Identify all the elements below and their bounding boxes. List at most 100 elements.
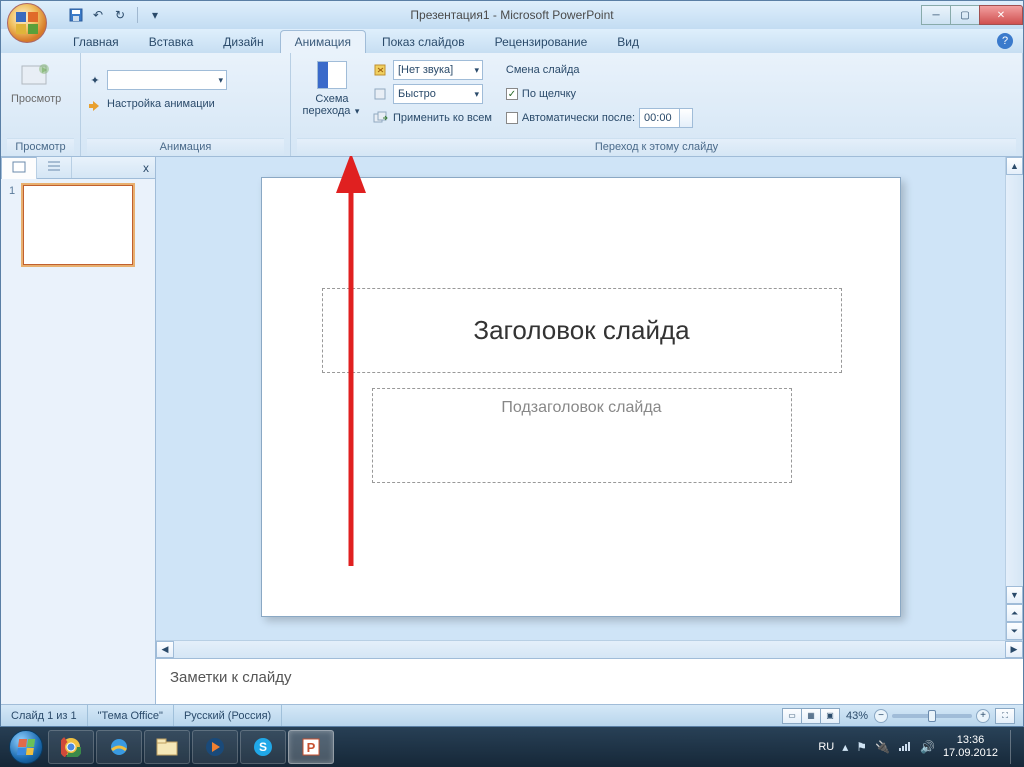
tray-network-icon[interactable] [898, 740, 912, 755]
show-desktop-button[interactable] [1010, 730, 1018, 764]
taskbar-mediaplayer[interactable] [192, 730, 238, 764]
preview-label: Просмотр [11, 93, 61, 105]
outline-tab[interactable] [37, 157, 72, 178]
tab-home[interactable]: Главная [59, 31, 133, 53]
tray-language[interactable]: RU [818, 741, 834, 753]
taskbar-explorer[interactable] [144, 730, 190, 764]
slide[interactable]: Заголовок слайда Подзаголовок слайда [261, 177, 901, 617]
tray-clock[interactable]: 13:36 17.09.2012 [943, 734, 1002, 760]
scroll-down-icon[interactable]: ▼ [1006, 586, 1023, 604]
next-slide-icon[interactable]: ⏷ [1006, 622, 1023, 640]
start-button[interactable] [6, 727, 46, 767]
tab-view[interactable]: Вид [603, 31, 653, 53]
taskbar-skype[interactable]: S [240, 730, 286, 764]
close-pane-button[interactable]: x [137, 161, 155, 175]
tray-show-hidden-icon[interactable]: ▴ [842, 740, 848, 754]
slide-number: 1 [7, 185, 17, 197]
tray-flag-icon[interactable]: ⚑ [856, 740, 867, 754]
maximize-button[interactable]: ▢ [950, 5, 980, 25]
view-buttons: ▭ ▦ ▣ [783, 708, 840, 724]
apply-to-all-button[interactable]: Применить ко всем [373, 107, 492, 129]
tray-time: 13:36 [943, 734, 998, 747]
custom-animation-icon [87, 96, 103, 112]
animate-icon: ✦ [87, 72, 103, 88]
preview-icon [20, 59, 52, 91]
help-icon[interactable]: ? [997, 33, 1013, 49]
on-click-label: По щелчку [522, 88, 576, 100]
transition-sound-dropdown[interactable]: [Нет звука] [393, 60, 483, 80]
auto-after-time-input[interactable]: 00:00 [639, 108, 693, 128]
tab-design[interactable]: Дизайн [209, 31, 277, 53]
fit-to-window-button[interactable]: ⛶ [995, 708, 1015, 724]
qat-customize-icon[interactable]: ▾ [146, 6, 164, 24]
taskbar-ie[interactable] [96, 730, 142, 764]
repeat-icon[interactable]: ↻ [111, 6, 129, 24]
group-transition-label: Переход к этому слайду [297, 138, 1016, 156]
slideshow-view-button[interactable]: ▣ [820, 708, 840, 724]
advance-slide-label: Смена слайда [506, 59, 693, 81]
tray-power-icon[interactable]: 🔌 [875, 740, 890, 754]
slides-outline-pane: x 1 [1, 157, 156, 704]
system-tray: RU ▴ ⚑ 🔌 🔊 13:36 17.09.2012 [818, 730, 1018, 764]
scheme-l2: перехода [303, 105, 351, 117]
zoom-slider[interactable]: − + [874, 709, 990, 723]
vertical-scrollbar[interactable]: ▲ ▼ ⏶ ⏷ [1005, 157, 1023, 640]
horizontal-scrollbar[interactable]: ◀ ▶ [156, 640, 1023, 658]
transition-scheme-button[interactable]: Схема перехода ▾ [297, 57, 367, 119]
status-theme: "Тема Office" [88, 705, 174, 726]
speed-icon [373, 86, 389, 102]
apply-all-icon [373, 110, 389, 126]
tab-review[interactable]: Рецензирование [481, 31, 602, 53]
taskbar-powerpoint[interactable]: P [288, 730, 334, 764]
group-preview-label: Просмотр [7, 138, 74, 156]
zoom-percent[interactable]: 43% [846, 710, 868, 722]
undo-icon[interactable]: ↶ [89, 6, 107, 24]
normal-view-button[interactable]: ▭ [782, 708, 802, 724]
slides-tab[interactable] [1, 157, 37, 179]
animate-dropdown[interactable]: ✦ [87, 69, 227, 91]
tab-slideshow[interactable]: Показ слайдов [368, 31, 479, 53]
window-title: Презентация1 - Microsoft PowerPoint [410, 8, 613, 22]
custom-animation-button[interactable]: Настройка анимации [87, 93, 227, 115]
notes-pane[interactable]: Заметки к слайду [156, 658, 1023, 704]
tab-insert[interactable]: Вставка [135, 31, 208, 53]
svg-text:S: S [259, 740, 267, 754]
status-language[interactable]: Русский (Россия) [174, 705, 282, 726]
tray-volume-icon[interactable]: 🔊 [920, 740, 935, 754]
zoom-out-button[interactable]: − [874, 709, 888, 723]
sorter-view-button[interactable]: ▦ [801, 708, 821, 724]
ribbon-tabs: Главная Вставка Дизайн Анимация Показ сл… [1, 29, 1023, 53]
taskbar: S P RU ▴ ⚑ 🔌 🔊 13:36 17.09.2012 [0, 727, 1024, 767]
status-slide: Слайд 1 из 1 [1, 705, 88, 726]
transition-speed-dropdown[interactable]: Быстро [393, 84, 483, 104]
minimize-button[interactable]: ─ [921, 5, 951, 25]
apply-all-label: Применить ко всем [393, 112, 492, 124]
close-button[interactable]: ✕ [979, 5, 1023, 25]
preview-button[interactable]: Просмотр [7, 57, 65, 107]
slide-canvas[interactable]: Заголовок слайда Подзаголовок слайда [156, 157, 1005, 640]
save-icon[interactable] [67, 6, 85, 24]
scheme-l1: Схема [303, 93, 362, 105]
scroll-left-icon[interactable]: ◀ [156, 641, 174, 658]
status-bar: Слайд 1 из 1 "Тема Office" Русский (Росс… [1, 704, 1023, 726]
scroll-right-icon[interactable]: ▶ [1005, 641, 1023, 658]
title-placeholder[interactable]: Заголовок слайда [322, 288, 842, 373]
office-button[interactable] [7, 3, 47, 43]
chevron-down-icon: ▾ [350, 106, 361, 116]
sound-icon [373, 62, 389, 78]
on-click-checkbox[interactable]: ✓ [506, 88, 518, 100]
prev-slide-icon[interactable]: ⏶ [1006, 604, 1023, 622]
powerpoint-window: ↶ ↻ ▾ Презентация1 - Microsoft PowerPoin… [0, 0, 1024, 727]
zoom-in-button[interactable]: + [976, 709, 990, 723]
slide-thumbnail-1[interactable] [23, 185, 133, 265]
tab-animation[interactable]: Анимация [280, 30, 366, 53]
auto-after-label: Автоматически после: [522, 112, 635, 124]
taskbar-chrome[interactable] [48, 730, 94, 764]
group-animation-label: Анимация [87, 138, 284, 156]
subtitle-placeholder[interactable]: Подзаголовок слайда [372, 388, 792, 483]
ribbon: Просмотр Просмотр ✦ [1, 53, 1023, 157]
auto-after-checkbox[interactable] [506, 112, 518, 124]
tray-date: 17.09.2012 [943, 747, 998, 760]
transition-scheme-icon [316, 59, 348, 91]
scroll-up-icon[interactable]: ▲ [1006, 157, 1023, 175]
